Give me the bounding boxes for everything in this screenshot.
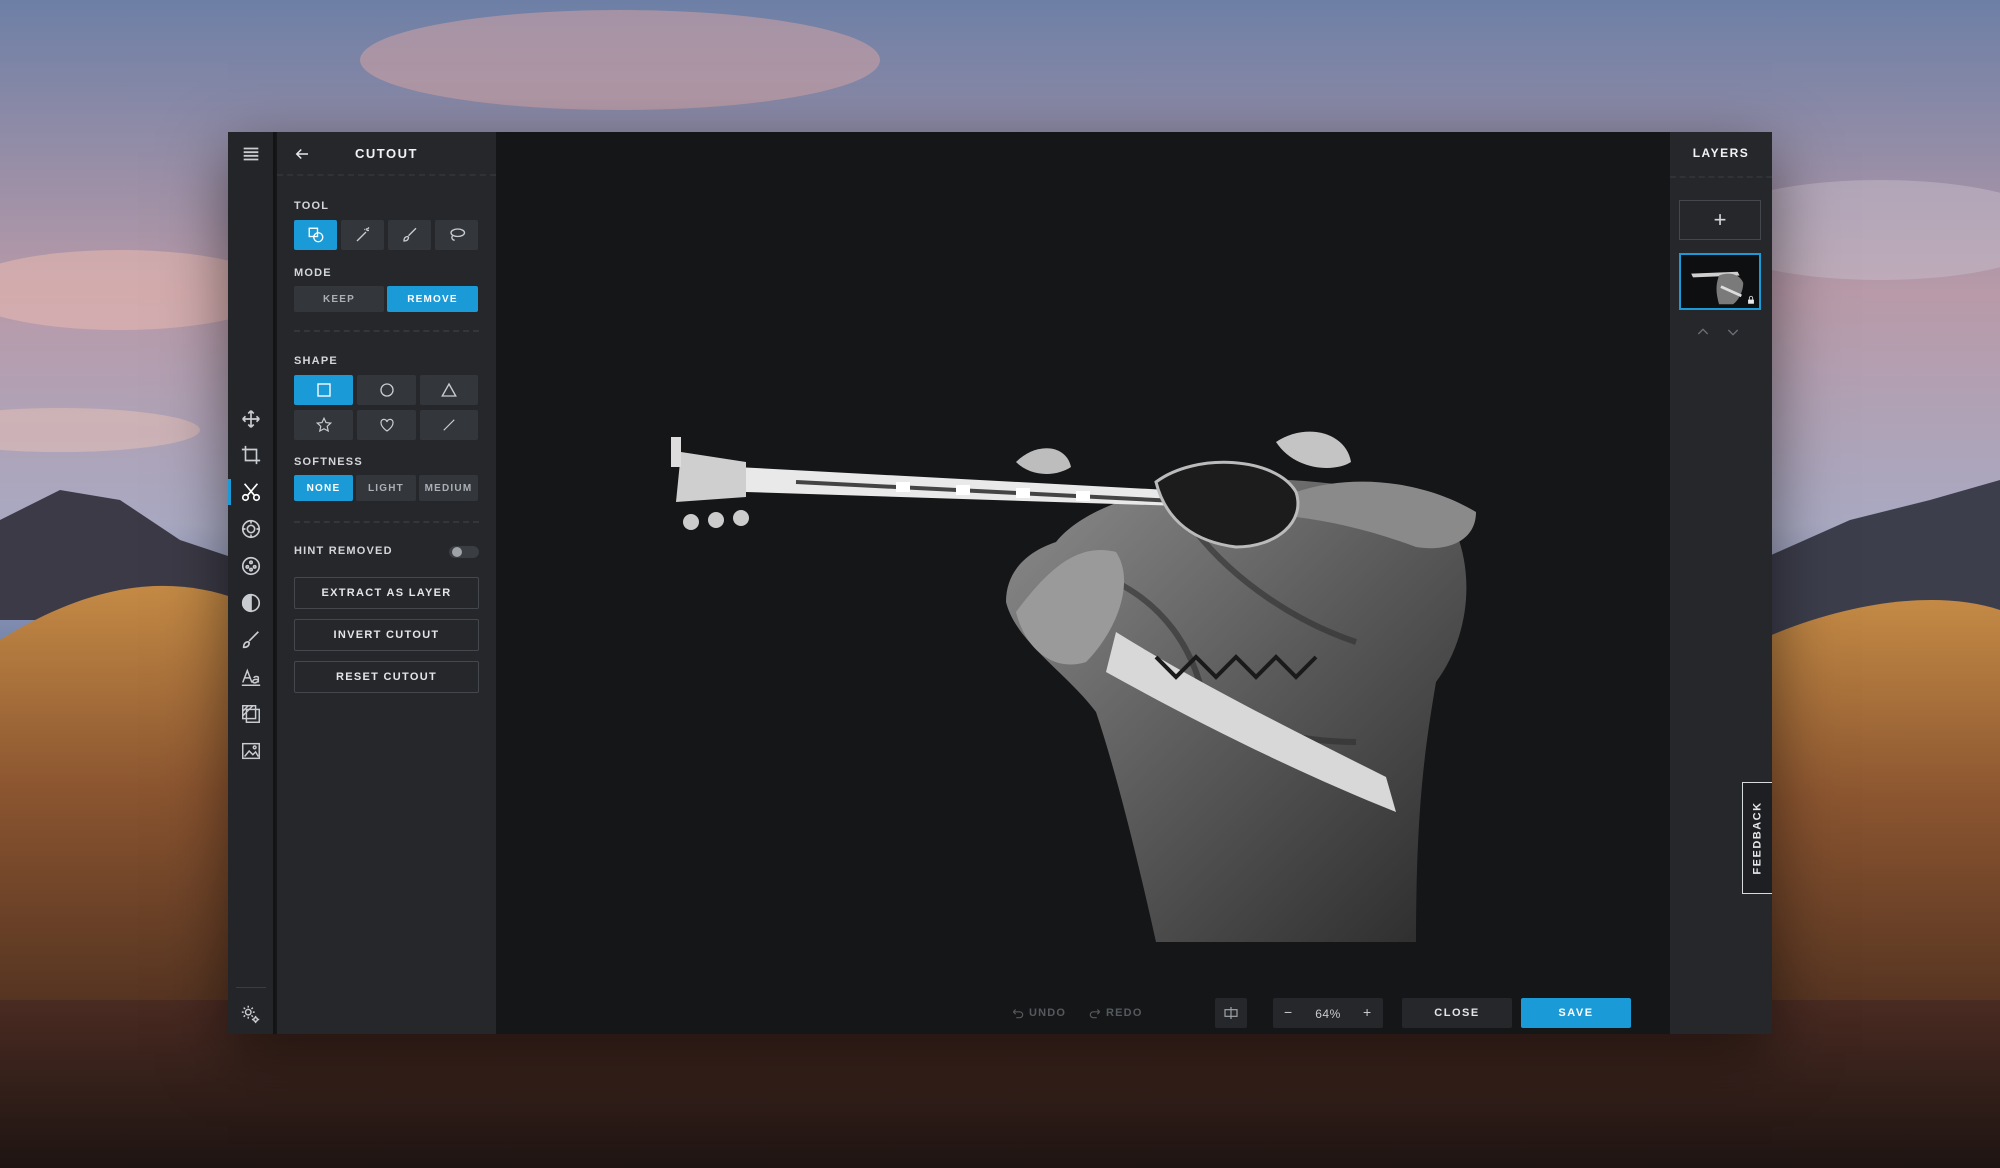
- undo-label: UNDO: [1029, 1007, 1067, 1019]
- brush-icon[interactable]: [228, 623, 273, 657]
- magic-wand-button[interactable]: [341, 220, 384, 250]
- crop-icon[interactable]: [228, 438, 273, 472]
- undo-icon: [1012, 1009, 1024, 1019]
- hamburger-menu-icon[interactable]: [228, 132, 273, 176]
- softness-light-label: LIGHT: [368, 482, 404, 494]
- shape-tool-icon: [308, 227, 323, 243]
- triangle-icon: [441, 382, 457, 397]
- square-shape-button[interactable]: [294, 375, 353, 405]
- guitarist-photo: [671, 431, 1476, 942]
- feedback-tab[interactable]: FEEDBACK: [1742, 782, 1772, 894]
- overlay-icon[interactable]: [228, 697, 273, 731]
- contrast-icon[interactable]: [228, 586, 273, 620]
- editor-window: CUTOUT TOOL MODE KEEP REMOVE SHAPE SOFTN…: [228, 132, 1772, 1034]
- text-icon[interactable]: [228, 660, 273, 694]
- tool-label: TOOL: [294, 200, 330, 212]
- lasso-button[interactable]: [435, 220, 478, 250]
- feedback-label: FEEDBACK: [1751, 801, 1764, 875]
- redo-button[interactable]: REDO: [1088, 1006, 1143, 1020]
- settings-icon[interactable]: [228, 997, 273, 1031]
- adjust-icon[interactable]: [228, 512, 273, 546]
- layers-title: LAYERS: [1692, 146, 1750, 160]
- mode-label: MODE: [294, 267, 332, 279]
- hint-removed-label: HINT REMOVED: [294, 545, 393, 557]
- softness-none-label: NONE: [306, 482, 341, 494]
- cutout-panel: CUTOUT TOOL MODE KEEP REMOVE SHAPE SOFTN…: [277, 132, 496, 1034]
- zoom-in-button[interactable]: +: [1363, 1004, 1371, 1020]
- circle-shape-button[interactable]: [357, 375, 416, 405]
- redo-icon: [1089, 1009, 1101, 1019]
- square-icon: [316, 383, 331, 397]
- chevron-down-icon[interactable]: [1725, 324, 1741, 340]
- panel-title: CUTOUT: [355, 146, 418, 161]
- undo-button[interactable]: UNDO: [1011, 1006, 1066, 1020]
- compare-button[interactable]: [1215, 998, 1247, 1028]
- compare-icon: [1224, 1007, 1238, 1019]
- zoom-level: 64%: [1315, 1007, 1341, 1021]
- tool-sidebar: [228, 132, 275, 1034]
- zoom-out-button[interactable]: −: [1284, 1004, 1292, 1020]
- magic-wand-icon: [356, 227, 369, 242]
- mode-remove-button[interactable]: REMOVE: [387, 286, 478, 312]
- redo-label: REDO: [1106, 1007, 1143, 1019]
- mode-keep-label: KEEP: [322, 293, 356, 305]
- chevron-up-icon[interactable]: [1695, 324, 1711, 340]
- move-icon[interactable]: [228, 402, 273, 436]
- brush-tool-icon: [402, 227, 416, 242]
- layer-order-controls: [1695, 324, 1741, 340]
- mode-remove-label: REMOVE: [407, 293, 458, 305]
- hint-removed-toggle[interactable]: [449, 544, 479, 560]
- line-shape-button[interactable]: [420, 410, 478, 440]
- circle-icon: [379, 383, 394, 397]
- invert-cutout-button[interactable]: INVERT CUTOUT: [294, 619, 479, 651]
- extract-as-layer-button[interactable]: EXTRACT AS LAYER: [294, 577, 479, 609]
- lock-icon: [1748, 295, 1754, 304]
- softness-none-button[interactable]: NONE: [294, 475, 353, 501]
- shape-label: SHAPE: [294, 355, 338, 367]
- add-layer-button[interactable]: +: [1679, 200, 1761, 240]
- layers-panel: LAYERS +: [1670, 132, 1772, 1034]
- divider: [294, 330, 479, 332]
- shape-tool-button[interactable]: [294, 220, 337, 250]
- softness-medium-button[interactable]: MEDIUM: [419, 475, 478, 501]
- reset-cutout-button[interactable]: RESET CUTOUT: [294, 661, 479, 693]
- heart-icon: [379, 418, 394, 432]
- triangle-shape-button[interactable]: [420, 375, 478, 405]
- plus-icon: +: [1713, 207, 1727, 232]
- zoom-control: − 64% +: [1273, 998, 1383, 1028]
- bottom-toolbar: UNDO REDO − 64% + CLOSE SAVE: [496, 994, 1666, 1034]
- heart-shape-button[interactable]: [357, 410, 416, 440]
- panel-header: CUTOUT: [277, 132, 496, 176]
- scissors-icon[interactable]: [228, 475, 273, 509]
- back-arrow-icon[interactable]: [289, 141, 315, 167]
- effects-icon[interactable]: [228, 549, 273, 583]
- image-canvas[interactable]: [496, 132, 1666, 1034]
- star-shape-button[interactable]: [294, 410, 353, 440]
- layer-thumbnail[interactable]: [1679, 253, 1761, 310]
- star-icon: [315, 416, 332, 433]
- save-button[interactable]: SAVE: [1521, 998, 1631, 1028]
- softness-medium-label: MEDIUM: [424, 482, 473, 494]
- image-icon[interactable]: [228, 734, 273, 768]
- mode-keep-button[interactable]: KEEP: [294, 286, 384, 312]
- softness-light-button[interactable]: LIGHT: [356, 475, 416, 501]
- lasso-icon: [449, 228, 465, 241]
- line-icon: [443, 419, 455, 431]
- brush-tool-button[interactable]: [388, 220, 431, 250]
- close-button[interactable]: CLOSE: [1402, 998, 1512, 1028]
- divider: [294, 521, 479, 523]
- softness-label: SOFTNESS: [294, 456, 363, 468]
